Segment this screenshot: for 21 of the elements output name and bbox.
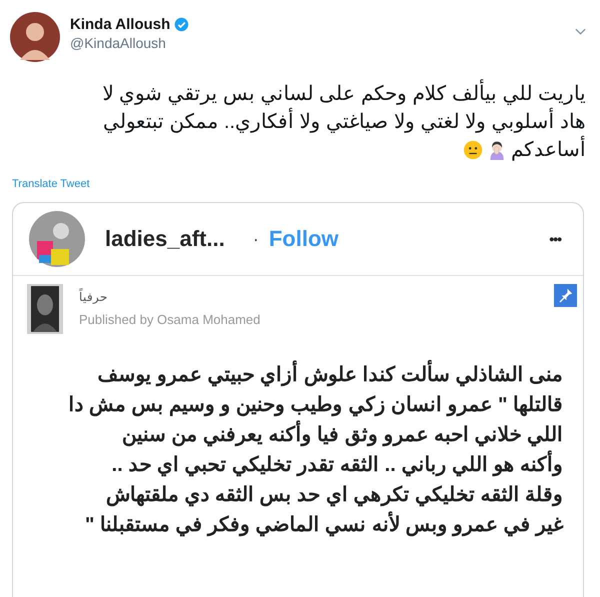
article-title: حرفياً <box>79 290 108 304</box>
article-text-line: غير في عمرو وبس لأنه نسي الماضي وفكر في مستقبلنا " <box>47 510 565 540</box>
more-options-button[interactable]: ••• <box>549 231 561 247</box>
author-handle[interactable]: @KindaAlloush <box>70 35 190 51</box>
separator-dot: · <box>252 228 259 250</box>
tweet-text: هاد أسلوبي ولا لغتي ولا صياغتي ولا أفكاري.. ممكن تبتعولي <box>102 108 586 136</box>
tweet-text: ياريت للي بيألف كلام وحكم على لساني بس يرتقي شوي لا <box>102 80 586 108</box>
chevron-down-icon[interactable] <box>575 28 586 36</box>
article-text-line: قالتلها " عمرو انسان زكي وطيب وحنين و وسيم بس مش دا <box>67 393 564 418</box>
article-text-line: منى الشاذلي سألت كندا علوش أزاي حبيتي عمرو يوسف <box>47 360 565 390</box>
pin-icon[interactable] <box>554 284 577 307</box>
author-name[interactable]: Kinda Alloush <box>70 16 170 33</box>
account-name[interactable]: ladies_aft... <box>105 226 225 252</box>
article-text-line: وأكنه هو اللي رباني .. الثقه تقدر تخليكي تحبي اي حد .. <box>47 450 565 480</box>
avatar[interactable] <box>10 12 60 62</box>
account-avatar[interactable] <box>29 211 85 267</box>
article-text-line: وقلة الثقه تخليكي تكرهي اي حد بس الثقه دي ملقتهاش <box>104 483 564 508</box>
byline: Published by Osama Mohamed <box>79 312 260 327</box>
neutral-face-icon <box>463 140 483 160</box>
tweet-text: أساعدكم <box>511 136 586 164</box>
article-text-line: اللي خلاني احبه عمرو وثق فيا وأكنه يعرفني من سنين <box>47 420 565 450</box>
